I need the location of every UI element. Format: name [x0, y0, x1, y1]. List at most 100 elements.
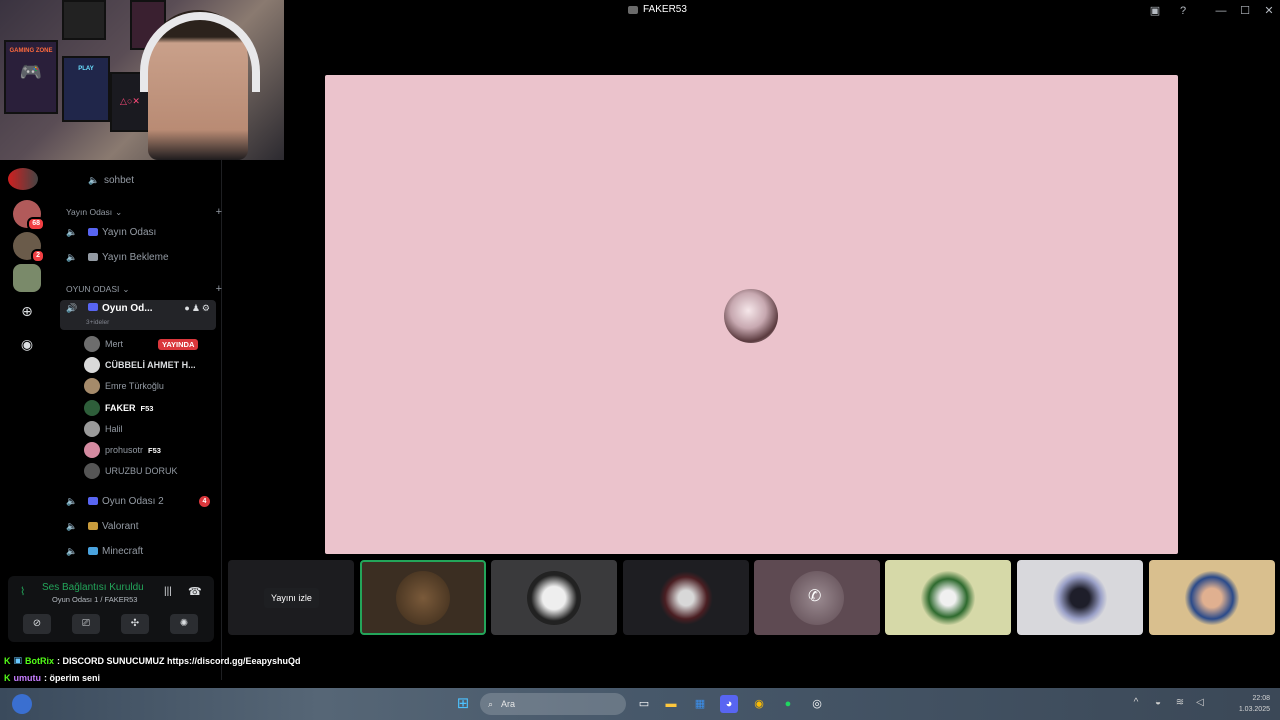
voice-member[interactable]: Halil: [84, 420, 123, 438]
kick-icon: K: [4, 672, 11, 683]
avatar: [84, 442, 100, 458]
network-icon[interactable]: ◒: [1152, 697, 1164, 709]
activities-icon[interactable]: ✣: [121, 614, 149, 634]
kick-icon: K: [4, 655, 11, 666]
avatar: [921, 570, 975, 625]
avatar: [84, 400, 100, 416]
server-icon[interactable]: [13, 264, 41, 292]
participant-tile[interactable]: [491, 560, 617, 635]
windows-start-icon[interactable]: ⊞: [454, 695, 472, 713]
wall-poster: [62, 0, 106, 40]
server-icon[interactable]: 68: [13, 200, 45, 231]
voice-member[interactable]: FAKER F53: [84, 399, 153, 417]
maximize-button[interactable]: ☐: [1237, 3, 1253, 19]
member-tag: F53: [140, 403, 154, 413]
avatar: [396, 570, 450, 625]
taskbar-clock[interactable]: 22:08 1.03.2025: [1239, 693, 1270, 715]
category-oyun-odasi[interactable]: OYUN ODASI ⌄ +: [66, 279, 234, 299]
unread-badge: 4: [199, 495, 210, 507]
channel-emoji-icon: [88, 303, 98, 311]
speaker-icon: 🔈: [66, 520, 78, 531]
voice-member[interactable]: CÜBBELİ AHMET H...: [84, 356, 196, 374]
channel-oyun-odasi-2[interactable]: 🔈 Oyun Odası 2 4: [54, 491, 222, 511]
chat-message: K umutu : öperim seni: [4, 672, 101, 683]
stream-stage[interactable]: [325, 75, 1178, 554]
voice-channel-path[interactable]: Oyun Odası 1 / FAKER53: [52, 595, 137, 604]
volume-icon[interactable]: ◁: [1194, 697, 1206, 709]
chrome-icon[interactable]: ◉: [750, 695, 768, 713]
add-channel-icon[interactable]: +: [216, 283, 222, 295]
title-bar: FAKER53 ▣ ? — ☐ ✕: [284, 0, 1280, 22]
close-button[interactable]: ✕: [1261, 3, 1277, 19]
channel-emoji-icon: [88, 522, 98, 530]
avatar: [84, 421, 100, 437]
bot-badge-icon: ▣: [13, 655, 23, 665]
channel-actions-icon[interactable]: ●♟⚙: [184, 303, 212, 314]
participant-tile[interactable]: [360, 560, 486, 635]
noise-suppression-icon[interactable]: |||: [164, 586, 172, 597]
watch-stream-button[interactable]: Yayını izle: [264, 588, 319, 608]
speaker-icon: 🔈: [66, 495, 78, 506]
store-icon[interactable]: ▦: [691, 695, 709, 713]
stream-tile[interactable]: Yayını izle: [228, 560, 354, 635]
participant-tile[interactable]: ✆: [754, 560, 880, 635]
avatar: [84, 336, 100, 352]
server-icon[interactable]: [8, 168, 38, 190]
live-badge: YAYINDA: [158, 338, 199, 350]
inbox-icon[interactable]: ▣: [1147, 3, 1163, 19]
screen-share-icon[interactable]: ⎚: [72, 614, 100, 634]
add-channel-icon[interactable]: +: [216, 206, 222, 218]
voice-connection-panel: ⌇ Ses Bağlantısı Kuruldu Oyun Odası 1 / …: [8, 576, 214, 642]
channel-valorant[interactable]: 🔈 Valorant: [54, 516, 222, 536]
taskbar-search[interactable]: ⌕ Ara: [480, 693, 626, 715]
participant-tile[interactable]: [1149, 560, 1275, 635]
category-yayin-odasi[interactable]: Yayın Odası ⌄ +: [66, 202, 234, 222]
discord-icon[interactable]: ◕: [720, 695, 738, 713]
speaker-icon: 🔈: [66, 545, 78, 556]
participant-tile[interactable]: [885, 560, 1011, 635]
speaker-icon: 🔈: [66, 251, 78, 262]
obs-icon[interactable]: ◎: [808, 695, 826, 713]
windows-taskbar: ⊞ ⌕ Ara ▭ ▬ ▦ ◕ ◉ ● ◎ ^ ◒ ≋ ◁ 22:08 1.03…: [0, 688, 1280, 720]
spotify-icon[interactable]: ●: [779, 695, 797, 713]
add-server-icon[interactable]: ⊕: [19, 303, 35, 319]
wall-poster: PLAY: [62, 56, 110, 122]
voice-status: Ses Bağlantısı Kuruldu: [42, 582, 144, 593]
disconnect-icon[interactable]: ☎: [188, 585, 202, 598]
weather-icon[interactable]: [12, 694, 32, 714]
channel-oyun-odasi-active[interactable]: 🔊 Oyun Od... 3+ideler ●♟⚙: [60, 300, 216, 330]
channel-emoji-icon: [88, 253, 98, 261]
help-icon[interactable]: ?: [1175, 3, 1191, 19]
mention-badge: 68: [27, 217, 45, 231]
avatar: [84, 357, 100, 373]
soundboard-icon[interactable]: ✺: [170, 614, 198, 634]
mention-badge: 2: [31, 249, 45, 263]
file-explorer-icon[interactable]: ▬: [662, 695, 680, 713]
webcam-overlay: GAMING ZONE 🎮 PLAY △○✕: [0, 0, 284, 160]
phone-icon: ✆: [808, 588, 822, 605]
participant-tile[interactable]: [1017, 560, 1143, 635]
tray-chevron-icon[interactable]: ^: [1130, 697, 1142, 709]
stream-chat-overlay: K ▣ BotRix : DISCORD SUNUCUMUZ https://d…: [0, 652, 400, 686]
channel-sohbet[interactable]: 🔈 sohbet: [54, 170, 222, 190]
speaker-icon: 🔊: [66, 303, 78, 313]
voice-member[interactable]: Emre Türkoğlu: [84, 377, 164, 395]
signal-icon: ⌇: [20, 586, 26, 598]
channel-subtitle: 3+ideler: [86, 319, 110, 326]
server-icon[interactable]: 2: [13, 232, 45, 263]
voice-member[interactable]: Mert YAYINDA: [84, 335, 199, 353]
camera-off-icon[interactable]: ⊘: [23, 614, 51, 634]
task-view-icon[interactable]: ▭: [635, 695, 653, 713]
avatar: [1053, 570, 1107, 625]
voice-member[interactable]: URUZBU DORUK: [84, 462, 178, 480]
channel-minecraft[interactable]: 🔈 Minecraft: [54, 541, 222, 561]
discover-icon[interactable]: ◉: [19, 336, 35, 352]
voice-member[interactable]: prohusotr F53: [84, 441, 161, 459]
participant-tile[interactable]: [623, 560, 749, 635]
wall-poster: GAMING ZONE 🎮: [4, 40, 58, 114]
channel-yayin-odasi[interactable]: 🔈 Yayın Odası: [54, 222, 222, 242]
channel-yayin-bekleme[interactable]: 🔈 Yayın Bekleme: [54, 247, 222, 267]
minimize-button[interactable]: —: [1213, 3, 1229, 19]
channel-emoji-icon: [88, 228, 98, 236]
wifi-icon[interactable]: ≋: [1174, 697, 1186, 709]
